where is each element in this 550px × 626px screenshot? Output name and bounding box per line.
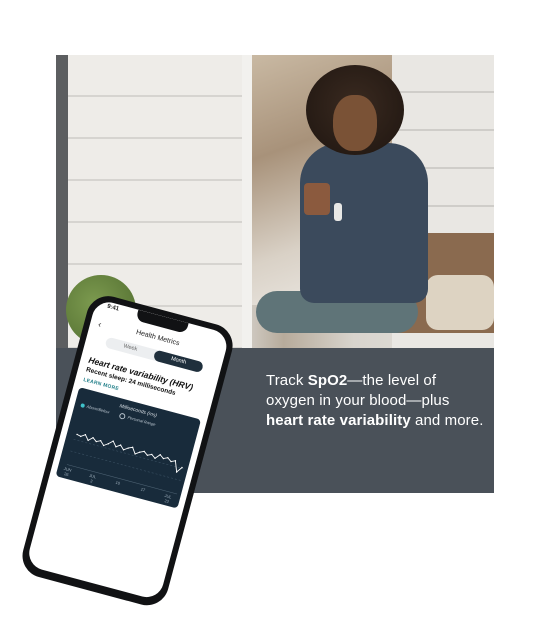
hrv-chart: Milliseconds (ms) Above/Below Personal R… [55,387,202,509]
fitness-tracker [334,203,342,221]
caption-hrv: heart rate variability [266,412,411,429]
pillow [426,275,494,330]
caption-spo2: SpO2 [307,372,348,389]
series-layer [76,433,183,473]
mug [304,183,330,215]
hrv-point [174,460,177,462]
person-face [333,95,377,151]
caption-part3: and more. [410,412,484,429]
marketing-caption: Track SpO2—the level of oxygen in your b… [266,371,484,431]
person-hoodie [300,143,428,303]
tab-week[interactable]: Week [105,337,156,361]
tab-month[interactable]: Month [152,349,204,374]
range-top-line [73,439,184,470]
window-post [242,55,252,348]
status-time: 9:41 [106,303,120,313]
phone-body: 9:41 Health Metrics ‹ Week Month Heart r… [17,291,238,611]
